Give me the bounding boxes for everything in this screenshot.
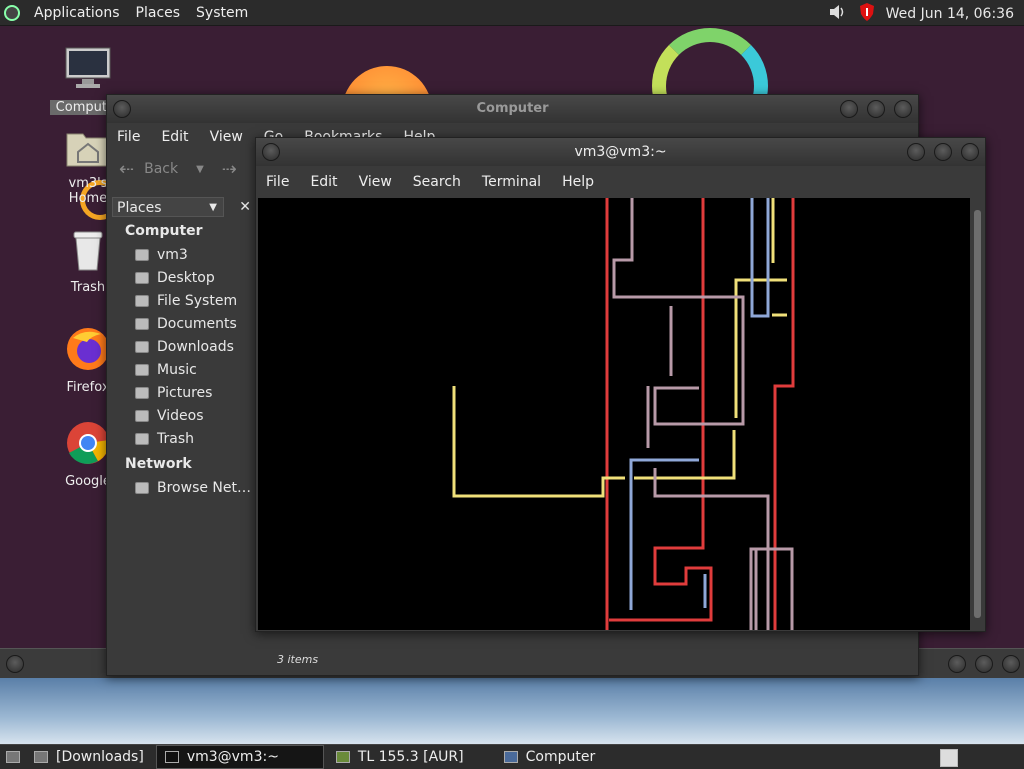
places-sidebar: Places ▼ ✕ Computer vm3 Desktop File Sys… <box>107 195 255 645</box>
sidebar-item-music[interactable]: Music <box>107 358 255 381</box>
sidebar-item-videos[interactable]: Videos <box>107 404 255 427</box>
terminal-icon <box>164 751 179 763</box>
maximize-button[interactable] <box>867 100 885 118</box>
pipe-segment-blue <box>750 198 770 318</box>
folder-icon <box>34 751 48 763</box>
minimize-button[interactable] <box>907 143 925 161</box>
forward-arrow-icon[interactable]: ⇢ <box>222 159 237 180</box>
pipe-segment-yellow <box>452 386 625 498</box>
folder-icon <box>135 271 149 284</box>
close-button[interactable] <box>961 143 979 161</box>
game-cube-icon <box>335 751 350 763</box>
drive-icon <box>135 294 149 307</box>
terminal-menubar: File Edit View Search Terminal Help <box>256 168 985 196</box>
menu-applications[interactable]: Applications <box>34 5 120 21</box>
scrollbar-thumb[interactable] <box>974 210 981 618</box>
computer-icon <box>503 751 518 763</box>
status-bar: 3 items <box>107 645 918 675</box>
window-title: vm3@vm3:~ <box>574 144 667 160</box>
folder-icon <box>135 317 149 330</box>
distro-logo-icon[interactable] <box>4 4 20 21</box>
menu-edit[interactable]: Edit <box>161 129 188 145</box>
window-menu-button[interactable] <box>6 655 24 673</box>
terminal-scrollbar[interactable] <box>971 198 983 630</box>
maximize-button[interactable] <box>934 143 952 161</box>
window-menu-button[interactable] <box>262 143 280 161</box>
sidebar-item-vm3[interactable]: vm3 <box>107 243 255 266</box>
folder-icon <box>135 409 149 422</box>
sidebar-item-file-system[interactable]: File System <box>107 289 255 312</box>
menu-help[interactable]: Help <box>562 174 594 190</box>
taskbar-item-computer[interactable]: Computer <box>496 746 604 768</box>
sidebar-item-documents[interactable]: Documents <box>107 312 255 335</box>
places-dropdown[interactable]: Places ▼ <box>112 197 224 217</box>
folder-icon <box>135 340 149 353</box>
terminal-window[interactable]: vm3@vm3:~ File Edit View Search Terminal… <box>255 137 986 632</box>
shield-icon[interactable] <box>858 2 876 26</box>
sidebar-section-computer: Computer <box>125 223 203 239</box>
close-button[interactable] <box>894 100 912 118</box>
menu-view[interactable]: View <box>210 129 243 145</box>
sidebar-item-desktop[interactable]: Desktop <box>107 266 255 289</box>
taskbar-item-downloads[interactable]: [Downloads] <box>26 746 152 768</box>
top-panel: Applications Places System Wed Jun 14, 0… <box>0 0 1024 26</box>
menu-places[interactable]: Places <box>136 5 181 21</box>
minimize-button[interactable] <box>948 655 966 673</box>
sidebar-item-pictures[interactable]: Pictures <box>107 381 255 404</box>
sidebar-item-browse-network[interactable]: Browse Net… <box>107 476 255 499</box>
menu-system[interactable]: System <box>196 5 248 21</box>
computer-icon <box>48 46 128 96</box>
sidebar-item-trash[interactable]: Trash <box>107 427 255 450</box>
close-button[interactable] <box>1002 655 1020 673</box>
window-title: Computer <box>476 101 549 116</box>
window-menu-button[interactable] <box>113 100 131 118</box>
terminal-screen[interactable] <box>258 198 970 630</box>
sidebar-section-network: Network <box>125 456 192 472</box>
back-button[interactable]: Back <box>144 161 178 177</box>
wallpaper-sky-image <box>0 678 1024 744</box>
menu-terminal[interactable]: Terminal <box>482 174 541 190</box>
taskbar: [Downloads] vm3@vm3:~ TL 155.3 [AUR] Com… <box>0 744 1024 769</box>
network-icon <box>135 481 149 494</box>
home-folder-icon <box>135 248 149 261</box>
taskbar-item-terminal[interactable]: vm3@vm3:~ <box>155 745 324 769</box>
pipe-segment-blue <box>629 458 699 610</box>
close-sidebar-icon[interactable]: ✕ <box>239 199 251 215</box>
folder-icon <box>135 386 149 399</box>
workspace-switcher-icon[interactable] <box>940 749 958 767</box>
pipe-segment-red <box>773 198 795 630</box>
menu-search[interactable]: Search <box>413 174 461 190</box>
menu-view[interactable]: View <box>359 174 392 190</box>
menu-file[interactable]: File <box>266 174 289 190</box>
status-text: 3 items <box>277 653 319 666</box>
trash-icon <box>135 432 149 445</box>
back-arrow-icon[interactable]: ⇠ <box>119 159 134 180</box>
terminal-titlebar[interactable]: vm3@vm3:~ <box>256 138 985 166</box>
back-dropdown-icon[interactable]: ▼ <box>196 164 204 175</box>
clock[interactable]: Wed Jun 14, 06:36 <box>886 6 1014 22</box>
chevron-down-icon: ▼ <box>209 202 217 213</box>
pipe-segment-mauve <box>612 198 745 426</box>
minimize-button[interactable] <box>840 100 858 118</box>
show-desktop-icon[interactable] <box>6 751 20 763</box>
taskbar-item-game[interactable]: TL 155.3 [AUR] <box>328 746 472 768</box>
folder-icon <box>135 363 149 376</box>
menu-file[interactable]: File <box>117 129 140 145</box>
speaker-icon[interactable] <box>828 3 848 25</box>
menu-edit[interactable]: Edit <box>310 174 337 190</box>
sidebar-item-downloads[interactable]: Downloads <box>107 335 255 358</box>
pipes-screensaver-graphic <box>452 198 795 630</box>
maximize-button[interactable] <box>975 655 993 673</box>
file-manager-titlebar[interactable]: Computer <box>107 95 918 123</box>
